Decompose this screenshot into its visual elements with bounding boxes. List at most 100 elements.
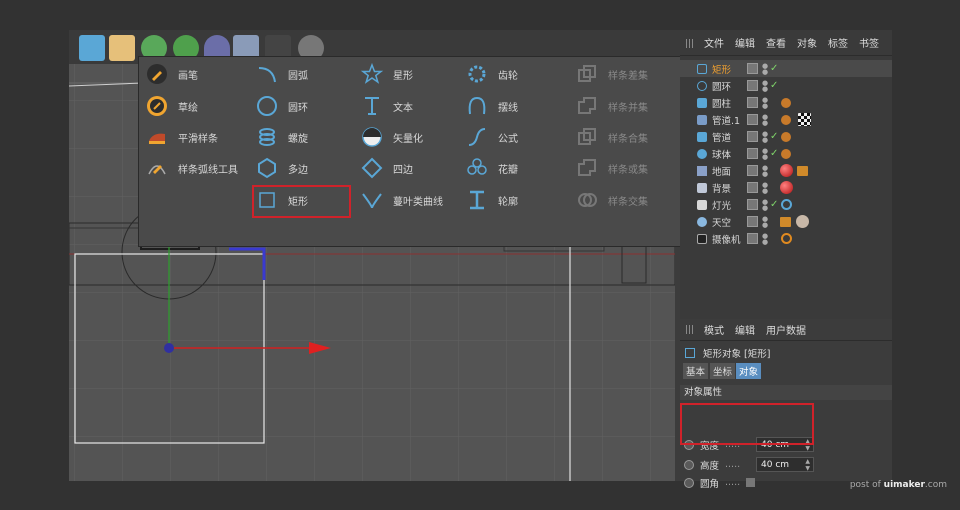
visibility-toggle[interactable] — [747, 63, 758, 74]
flyout-item-pen[interactable]: 画笔 — [144, 60, 198, 88]
spline-flyout-menu: 画笔 草绘 平滑样条 样条弧线工具 圆弧 圆环 螺旋 多边 矩形 星形 文本 矢… — [138, 56, 681, 247]
object-row-camera[interactable]: 摄像机 ● ● — [680, 230, 892, 247]
visibility-toggle[interactable] — [747, 216, 758, 227]
flyout-item-arc-tool[interactable]: 样条弧线工具 — [144, 154, 238, 182]
visibility-toggle[interactable] — [747, 182, 758, 193]
menu-objects[interactable]: 对象 — [797, 35, 817, 50]
flyout-item-cogwheel[interactable]: 齿轮 — [464, 60, 518, 88]
render-dots[interactable]: ● ● — [762, 215, 768, 228]
diamond-icon — [359, 155, 385, 181]
object-row-light[interactable]: 灯光 ● ● ✓ — [680, 196, 892, 213]
red-material-icon[interactable] — [780, 181, 793, 194]
visibility-toggle[interactable] — [747, 80, 758, 91]
pen-spline-icon[interactable] — [109, 35, 135, 61]
animate-toggle[interactable] — [684, 459, 694, 470]
render-dots[interactable]: ● ● — [762, 62, 768, 75]
object-manager-menu: 文件 编辑 查看 对象 标签 书签 — [680, 30, 892, 56]
tab-object[interactable]: 对象 — [736, 363, 762, 379]
flyout-item-flower[interactable]: 花瓣 — [464, 154, 518, 182]
flyout-item-cycloid[interactable]: 摆线 — [464, 92, 518, 120]
check-icon[interactable]: ✓ — [770, 63, 778, 74]
visibility-toggle[interactable] — [747, 199, 758, 210]
clapper-tag-icon[interactable] — [780, 216, 791, 227]
flyout-item-polygon[interactable]: 多边 — [254, 154, 308, 182]
visibility-toggle[interactable] — [747, 233, 758, 244]
cycloid-icon — [464, 93, 490, 119]
phong-tag-icon[interactable] — [781, 97, 791, 108]
object-row-cylinder[interactable]: 圆柱 ● ● — [680, 94, 892, 111]
render-dots[interactable]: ● ● — [762, 79, 768, 92]
menu-user-data[interactable]: 用户数据 — [766, 322, 806, 337]
fillet-checkbox[interactable] — [746, 478, 756, 487]
flyout-item-text[interactable]: 文本 — [359, 92, 413, 120]
menu-tags[interactable]: 标签 — [828, 35, 848, 50]
phong-tag-icon[interactable] — [781, 114, 791, 125]
menu-bookmarks[interactable]: 书签 — [859, 35, 879, 50]
render-dots[interactable]: ● ● — [762, 164, 768, 177]
phong-tag-icon[interactable] — [781, 131, 791, 142]
menu-mode[interactable]: 模式 — [704, 322, 724, 337]
flyout-item-smooth-spline[interactable]: 平滑样条 — [144, 123, 218, 151]
flyout-item-star[interactable]: 星形 — [359, 60, 413, 88]
object-row-sphere[interactable]: 球体 ● ● ✓ — [680, 145, 892, 162]
object-row-tube[interactable]: 管道 ● ● ✓ — [680, 128, 892, 145]
gear-icon — [464, 61, 490, 87]
height-input[interactable]: 40 cm ▲ ▼ — [756, 457, 814, 472]
red-material-icon[interactable] — [780, 164, 793, 177]
panel-grip-icon[interactable] — [686, 325, 695, 334]
object-row-floor[interactable]: 地面 ● ● — [680, 162, 892, 179]
flyout-item-profile[interactable]: 轮廓 — [464, 186, 518, 214]
object-manager: 文件 编辑 查看 对象 标签 书签 矩形 ● ● ✓ 圆环 ● ● ✓ 圆柱 ● ● 管道… — [680, 30, 892, 320]
height-field: 高度 ..... 40 cm ▲ ▼ — [684, 456, 894, 473]
object-row-background[interactable]: 背景 ● ● — [680, 179, 892, 196]
checker-material-icon[interactable] — [798, 113, 811, 126]
flyout-item-helix[interactable]: 螺旋 — [254, 123, 308, 151]
render-dots[interactable]: ● ● — [762, 130, 768, 143]
menu-view[interactable]: 查看 — [766, 35, 786, 50]
flyout-item-spline-and: 样条合集 — [574, 123, 648, 151]
render-dots[interactable]: ● ● — [762, 113, 768, 126]
tab-coord[interactable]: 坐标 — [710, 363, 736, 379]
flyout-item-quad[interactable]: 四边 — [359, 154, 413, 182]
check-icon[interactable]: ✓ — [770, 148, 778, 159]
visibility-toggle[interactable] — [747, 165, 758, 176]
object-row-circle[interactable]: 圆环 ● ● ✓ — [680, 77, 892, 94]
flyout-item-vectorize[interactable]: 矢量化 — [359, 123, 423, 151]
phong-tag-icon[interactable] — [781, 148, 791, 159]
protection-tag-icon[interactable] — [781, 233, 792, 244]
flyout-item-arc[interactable]: 圆弧 — [254, 60, 308, 88]
flyout-item-formula[interactable]: 公式 — [464, 123, 518, 151]
hdri-material-icon[interactable] — [796, 215, 809, 228]
check-icon[interactable]: ✓ — [770, 131, 778, 142]
check-icon[interactable]: ✓ — [770, 80, 778, 91]
render-dots[interactable]: ● ● — [762, 96, 768, 109]
target-tag-icon[interactable] — [781, 199, 792, 210]
menu-edit[interactable]: 编辑 — [735, 35, 755, 50]
object-row-rectangle[interactable]: 矩形 ● ● ✓ — [680, 60, 892, 77]
clapper-tag-icon[interactable] — [797, 165, 808, 176]
render-dots[interactable]: ● ● — [762, 181, 768, 194]
section-header: 对象属性 — [680, 385, 892, 400]
cube-icon[interactable] — [79, 35, 105, 61]
render-dots[interactable]: ● ● — [762, 147, 768, 160]
menu-edit[interactable]: 编辑 — [735, 322, 755, 337]
tab-basic[interactable]: 基本 — [683, 363, 709, 379]
visibility-toggle[interactable] — [747, 131, 758, 142]
object-row-tube-1[interactable]: 管道.1 ● ● — [680, 111, 892, 128]
visibility-toggle[interactable] — [747, 114, 758, 125]
flower-icon — [464, 155, 490, 181]
object-row-sky[interactable]: 天空 ● ● — [680, 213, 892, 230]
render-dots[interactable]: ● ● — [762, 198, 768, 211]
attribute-object-title: 矩形对象 [矩形] — [685, 346, 770, 360]
visibility-toggle[interactable] — [747, 97, 758, 108]
panel-grip-icon[interactable] — [686, 39, 695, 48]
flyout-item-sketch[interactable]: 草绘 — [144, 92, 198, 120]
flyout-item-circle[interactable]: 圆环 — [254, 92, 308, 120]
visibility-toggle[interactable] — [747, 148, 758, 159]
spline-or-icon — [574, 155, 600, 181]
flyout-item-cissoid[interactable]: 蔓叶类曲线 — [359, 186, 443, 214]
check-icon[interactable]: ✓ — [770, 199, 778, 210]
animate-toggle[interactable] — [684, 477, 694, 488]
render-dots[interactable]: ● ● — [762, 232, 768, 245]
menu-file[interactable]: 文件 — [704, 35, 724, 50]
